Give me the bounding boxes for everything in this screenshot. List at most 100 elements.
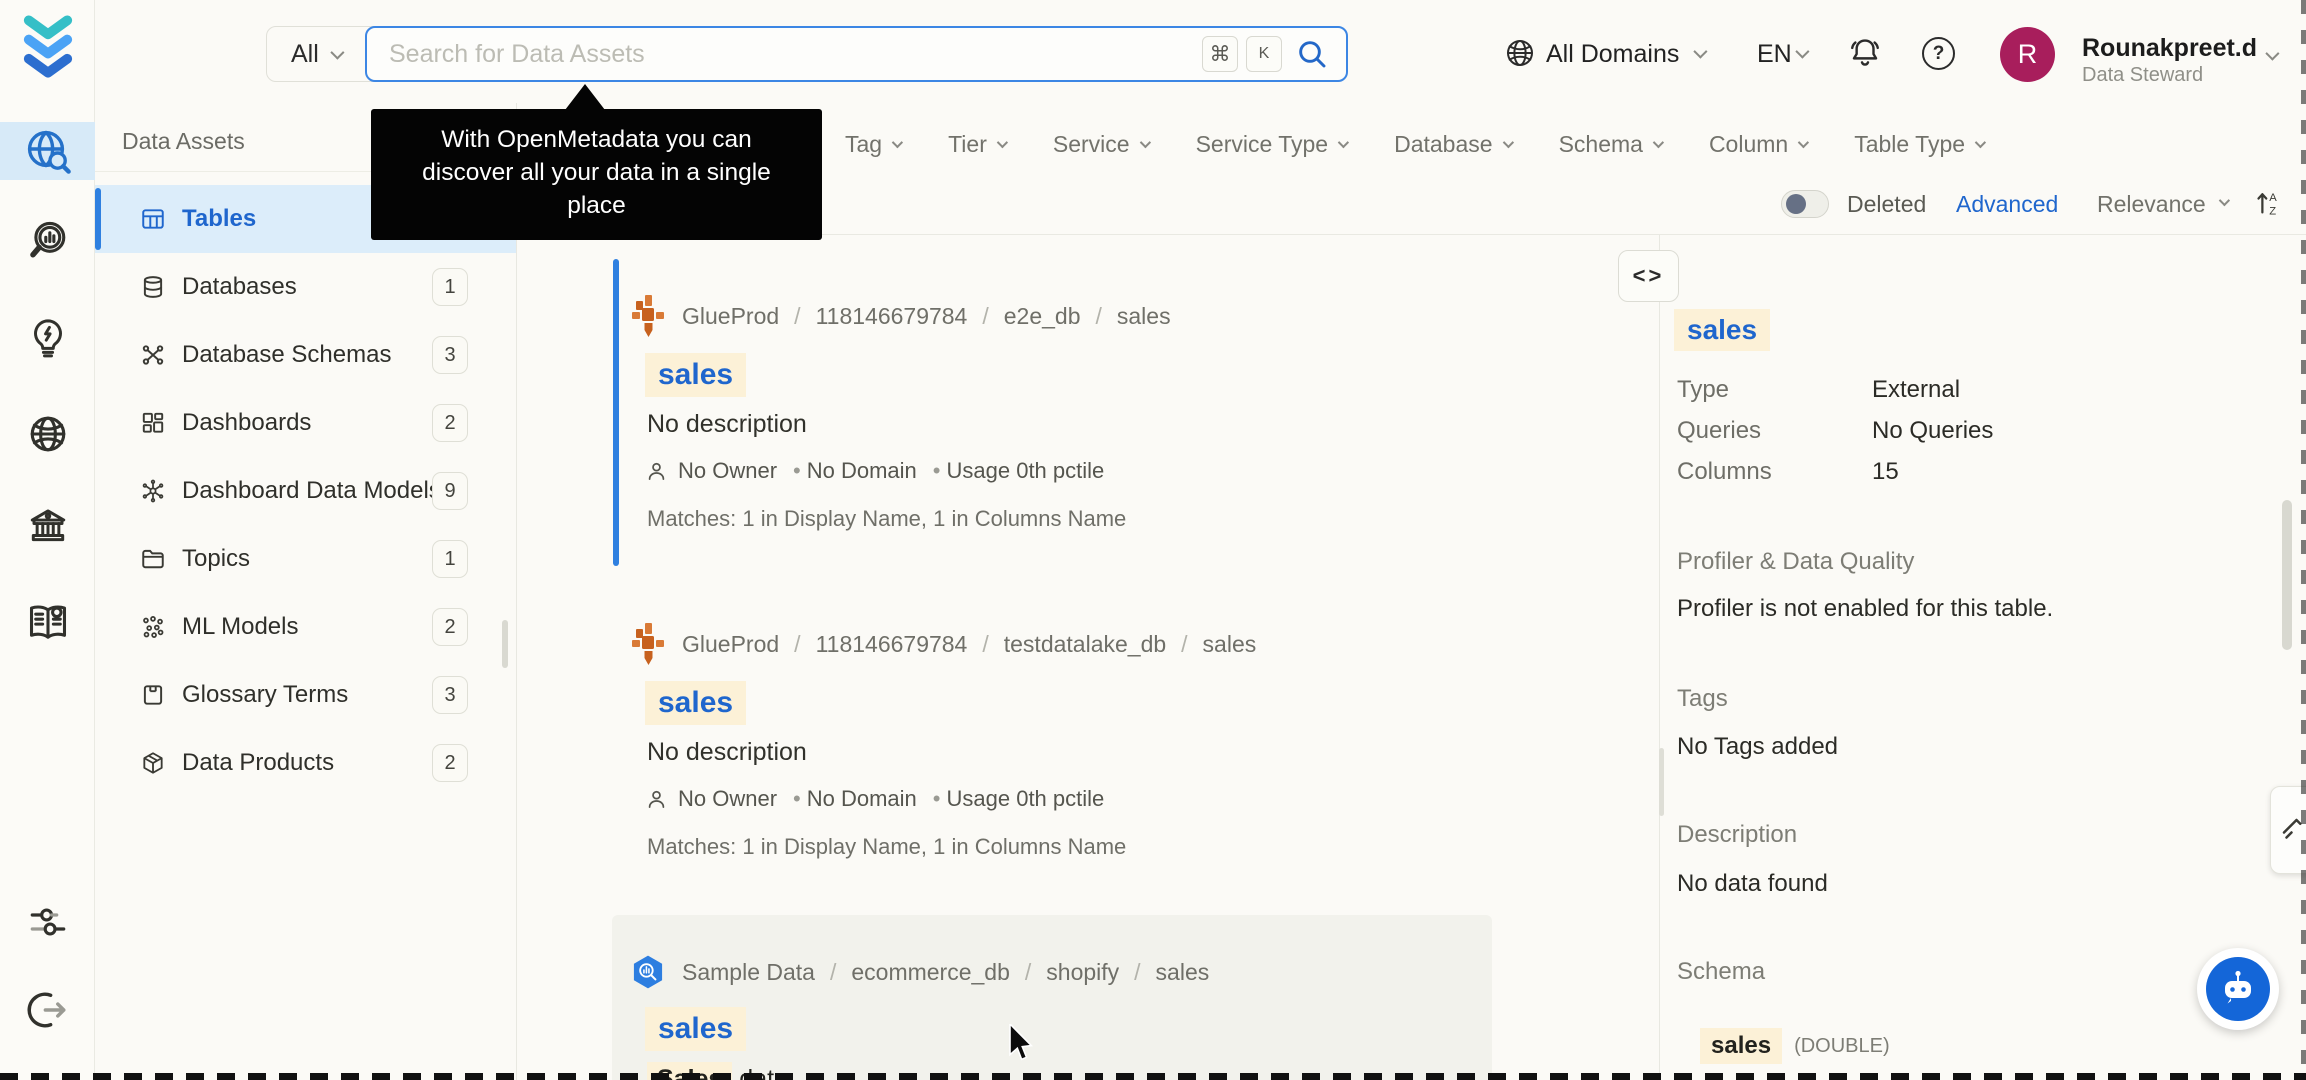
schema-icon <box>140 342 166 368</box>
sidebar-item-data-products[interactable]: Data Products 2 <box>95 729 516 797</box>
breadcrumb[interactable]: Sample Data ecommerce_db shopify sales <box>682 959 1209 986</box>
result-meta: No Owner No Domain Usage 0th pctile <box>645 458 1104 484</box>
chatbot-button[interactable] <box>2197 948 2279 1030</box>
k-key-icon: K <box>1246 36 1282 72</box>
panel-mini-scrollbar[interactable] <box>1659 748 1664 816</box>
screenshot-right-edge <box>2301 0 2306 1080</box>
chevron-down-icon <box>330 45 345 60</box>
domain-value: No Domain <box>787 458 917 484</box>
filter-schema[interactable]: Schema <box>1559 131 1665 158</box>
user-name: Rounakpreet.d <box>2082 34 2258 62</box>
chevron-down-icon <box>1502 136 1514 149</box>
folder-icon <box>140 546 166 572</box>
description-text: No data found <box>1677 870 1828 897</box>
chevron-down-icon <box>1652 136 1665 149</box>
info-label-queries: Queries <box>1677 417 1762 444</box>
breadcrumb[interactable]: GlueProd 118146679784 testdatalake_db sa… <box>682 631 1256 658</box>
all-domains-label: All Domains <box>1546 40 1680 68</box>
screenshot-bottom-edge <box>0 1073 2306 1080</box>
domains-globe-icon[interactable] <box>0 406 95 462</box>
sidebar-item-ml-models[interactable]: ML Models 2 <box>95 593 516 661</box>
result-title[interactable]: sales <box>645 353 747 397</box>
knowledge-book-icon[interactable] <box>0 595 95 651</box>
count-badge: 9 <box>432 472 468 510</box>
result-title[interactable]: sales <box>645 1007 747 1051</box>
domain-value: No Domain <box>787 786 917 812</box>
count-badge: 1 <box>432 268 468 306</box>
info-value-columns: 15 <box>1872 458 1899 485</box>
domains-filter-globe-icon <box>1504 37 1536 74</box>
sidebar-item-dashboard-data-models[interactable]: Dashboard Data Models 9 <box>95 457 516 525</box>
breadcrumb[interactable]: GlueProd 118146679784 e2e_db sales <box>682 303 1171 330</box>
owner-icon <box>645 460 668 483</box>
help-button[interactable]: ? <box>1922 37 1955 70</box>
usage-value: Usage 0th pctile <box>927 458 1105 484</box>
schema-field-name: sales <box>1700 1028 1783 1064</box>
sidebar-item-database-schemas[interactable]: Database Schemas 3 <box>95 321 516 389</box>
owner-value: No Owner <box>678 786 778 811</box>
user-menu-chevron-icon[interactable] <box>2265 46 2280 61</box>
global-search-bar[interactable]: ⌘ K <box>365 26 1348 82</box>
result-meta: No Owner No Domain Usage 0th pctile <box>645 786 1104 812</box>
usage-value: Usage 0th pctile <box>927 786 1105 812</box>
sidebar-scrollbar[interactable] <box>502 620 508 668</box>
explore-icon[interactable] <box>0 123 95 179</box>
count-badge: 3 <box>432 336 468 374</box>
notifications-bell-icon[interactable] <box>1848 36 1882 75</box>
domains-chevron-icon <box>1693 44 1708 59</box>
govern-bank-icon[interactable] <box>0 498 95 554</box>
glue-service-icon <box>630 622 666 666</box>
result-description: No description <box>647 738 807 766</box>
profiler-text: Profiler is not enabled for this table. <box>1677 595 2054 622</box>
panel-title[interactable]: sales <box>1674 309 1771 351</box>
count-badge: 2 <box>432 404 468 442</box>
openmetadata-app: All ⌘ K All Domains EN ? R <box>0 0 2306 1080</box>
glue-service-icon <box>630 294 666 338</box>
insights-icon[interactable] <box>0 213 95 269</box>
sidebar-divider <box>516 103 517 1080</box>
sidebar-item-glossary-terms[interactable]: Glossary Terms 3 <box>95 661 516 729</box>
result-card-sales-testdatalake[interactable]: GlueProd 118146679784 testdatalake_db sa… <box>600 578 1500 898</box>
filter-database[interactable]: Database <box>1394 131 1514 158</box>
filter-tag[interactable]: Tag <box>845 131 904 158</box>
result-matches: Matches: 1 in Display Name, 1 in Columns… <box>647 506 1127 531</box>
user-role: Data Steward <box>2082 64 2204 86</box>
all-domains-dropdown[interactable]: All Domains <box>1546 40 1679 69</box>
result-card-sales-shopify[interactable]: Sample Data ecommerce_db shopify sales s… <box>600 915 1500 1080</box>
user-avatar[interactable]: R <box>2000 27 2055 82</box>
settings-sliders-icon[interactable] <box>0 894 95 950</box>
collapse-panel-button[interactable]: <> <box>1618 250 1679 302</box>
search-submit-icon[interactable] <box>1296 38 1328 70</box>
filter-table-type[interactable]: Table Type <box>1854 131 1987 158</box>
filter-bar: Tag Tier Service Service Type Database S… <box>845 120 1987 168</box>
chevron-down-icon <box>996 136 1008 149</box>
avatar-initial: R <box>2017 39 2038 69</box>
selected-indicator-bar <box>613 259 619 566</box>
filter-tier[interactable]: Tier <box>948 131 1008 158</box>
sidebar-item-databases[interactable]: Databases 1 <box>95 253 516 321</box>
info-value-queries: No Queries <box>1872 417 1994 444</box>
result-title[interactable]: sales <box>645 681 747 725</box>
filter-column[interactable]: Column <box>1709 131 1810 158</box>
result-card-sales-e2e[interactable]: GlueProd 118146679784 e2e_db sales sales… <box>600 250 1500 570</box>
owner-value: No Owner <box>678 458 778 483</box>
filter-service-type[interactable]: Service Type <box>1196 131 1350 158</box>
expand-glyph: <> <box>1632 263 1665 288</box>
language-dropdown[interactable]: EN <box>1757 40 1792 69</box>
chevron-down-icon <box>1139 136 1151 149</box>
filter-service[interactable]: Service <box>1053 131 1151 158</box>
schema-field-row[interactable]: sales (DOUBLE) <box>1700 1028 1890 1064</box>
chevron-down-icon <box>1797 136 1810 149</box>
openmetadata-logo[interactable] <box>22 14 74 83</box>
panel-scrollbar[interactable] <box>2282 500 2292 650</box>
tooltip-arrow <box>565 84 605 110</box>
help-glyph: ? <box>1932 42 1945 64</box>
incidents-bulb-icon[interactable] <box>0 309 95 365</box>
chevron-down-icon <box>891 136 904 149</box>
data-assets-sidebar: Data Assets Tables Databases 1 Database … <box>95 103 516 1080</box>
cmd-key-icon: ⌘ <box>1202 36 1238 72</box>
sidebar-item-dashboards[interactable]: Dashboards 2 <box>95 389 516 457</box>
search-input[interactable] <box>389 39 1194 69</box>
sidebar-item-topics[interactable]: Topics 1 <box>95 525 516 593</box>
logout-icon[interactable] <box>0 982 95 1038</box>
